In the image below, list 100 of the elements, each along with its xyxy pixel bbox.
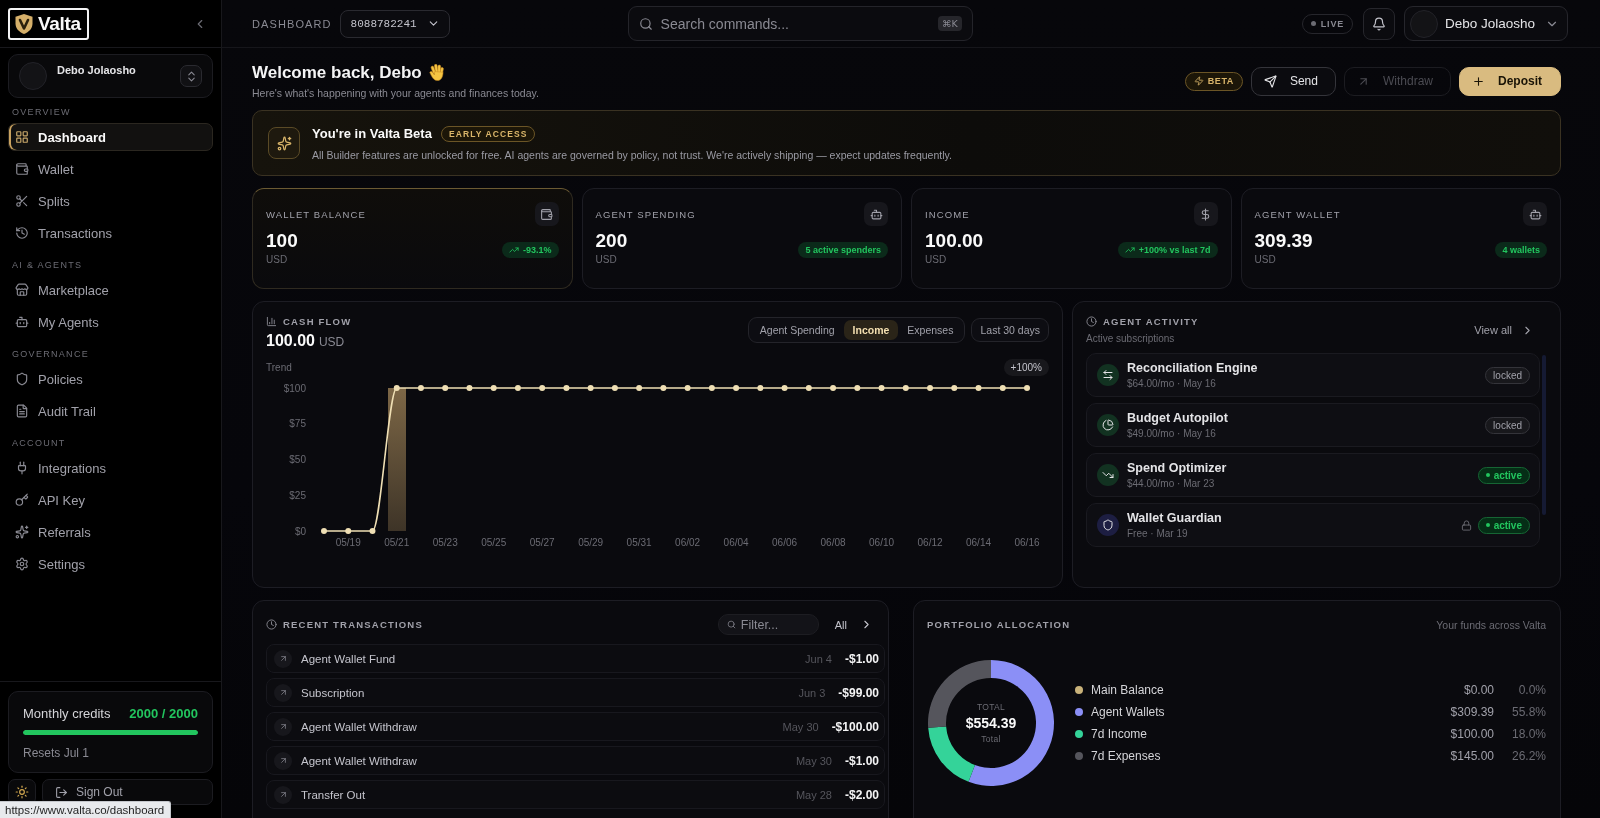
nav-item[interactable]: Policies bbox=[8, 365, 213, 393]
stat-change: +100% vs last 7d bbox=[1138, 245, 1211, 255]
beta-label: BETA bbox=[1207, 76, 1234, 86]
banner-text: All Builder features are unlocked for free. AI agents are governed by policy, not trust. We're actively shipping — expect updates frequently. bbox=[312, 148, 952, 161]
data-point bbox=[587, 385, 594, 391]
notifications-button[interactable] bbox=[1363, 7, 1395, 40]
stat-change: 5 active spenders bbox=[805, 245, 881, 255]
banner-title: You're in Valta Beta bbox=[312, 126, 432, 141]
transaction-row[interactable]: Agent Wallet Fund Jun 4 -$1.00 bbox=[266, 644, 885, 673]
card-title: AGENT ACTIVITY bbox=[1103, 316, 1199, 327]
transaction-row[interactable]: Agent Wallet Withdraw May 30 -$1.00 bbox=[266, 746, 885, 775]
sparkle-icon bbox=[268, 127, 300, 159]
stat-label: AGENT WALLET bbox=[1254, 208, 1341, 220]
all-link[interactable]: All bbox=[834, 618, 873, 631]
y-axis-label: $100 bbox=[283, 382, 306, 394]
legend-amount: $309.39 bbox=[1450, 705, 1494, 719]
nav-item[interactable]: Splits bbox=[8, 187, 213, 215]
stat-value: 200 bbox=[595, 230, 628, 252]
subscription-meta: $44.00/mo · Mar 23 bbox=[1127, 478, 1216, 489]
shortcut-key: ⌘K bbox=[937, 16, 962, 31]
change-badge: +100% bbox=[1003, 358, 1049, 376]
x-axis-label: 06/06 bbox=[772, 537, 798, 548]
filter-input[interactable]: Filter... bbox=[740, 617, 810, 632]
transaction-row[interactable]: Transfer Out May 28 -$2.00 bbox=[266, 780, 885, 809]
view-all-link[interactable]: View all bbox=[1474, 323, 1534, 337]
subscription-item[interactable]: Budget Autopilot $49.00/mo · May 16 locked bbox=[1086, 403, 1540, 447]
arrow-up-right-icon bbox=[274, 717, 292, 736]
status-text: locked bbox=[1493, 369, 1522, 381]
data-point bbox=[684, 385, 691, 391]
account-select[interactable]: 8088782241 bbox=[339, 9, 450, 38]
x-axis-label: 05/21 bbox=[384, 537, 410, 548]
data-point bbox=[321, 528, 327, 534]
nav-item[interactable]: Referrals bbox=[8, 518, 213, 546]
legend-percent: 18.0% bbox=[1510, 727, 1546, 741]
bell-icon bbox=[1372, 16, 1386, 31]
data-point bbox=[539, 385, 546, 391]
stat-unit: USD bbox=[1254, 254, 1277, 265]
tab[interactable]: Agent Spending bbox=[750, 320, 844, 340]
data-point bbox=[393, 385, 400, 391]
period-select[interactable]: Last 30 days bbox=[971, 318, 1049, 342]
stat-change: -93.1% bbox=[522, 245, 552, 255]
search-input[interactable]: Search commands... bbox=[660, 15, 930, 32]
deposit-button[interactable]: Deposit bbox=[1459, 66, 1561, 96]
legend-label: Agent Wallets bbox=[1091, 705, 1165, 719]
card-title: PORTFOLIO ALLOCATION bbox=[927, 619, 1071, 630]
arrow-up-right-icon bbox=[274, 649, 292, 668]
transaction-date: Jun 3 bbox=[798, 686, 826, 699]
avatar-icon bbox=[19, 62, 47, 90]
nav-item[interactable]: Integrations bbox=[8, 454, 213, 482]
account-switch-button[interactable] bbox=[180, 65, 202, 87]
transaction-amount: -$100.00 bbox=[831, 719, 879, 734]
section-label: AI & AGENTS bbox=[11, 259, 84, 271]
transaction-row[interactable]: Agent Wallet Withdraw May 30 -$100.00 bbox=[266, 712, 885, 741]
subscription-item[interactable]: Spend Optimizer $44.00/mo · Mar 23 active bbox=[1086, 453, 1540, 497]
nav-item[interactable]: Transactions bbox=[8, 219, 213, 247]
nav-item[interactable]: Settings bbox=[8, 550, 213, 578]
status-text: active bbox=[1493, 519, 1522, 531]
transaction-date: May 28 bbox=[795, 788, 832, 801]
nav-item[interactable]: Dashboard bbox=[8, 123, 213, 151]
subscription-name: Spend Optimizer bbox=[1127, 461, 1227, 475]
x-axis-label: 05/29 bbox=[578, 537, 604, 548]
shield-logo-icon bbox=[15, 13, 33, 34]
tab[interactable]: Expenses bbox=[898, 320, 963, 340]
data-point bbox=[927, 385, 934, 391]
data-point bbox=[781, 385, 788, 391]
data-point bbox=[999, 385, 1006, 391]
data-point bbox=[902, 385, 909, 391]
nav-item[interactable]: My Agents bbox=[8, 308, 213, 336]
subscription-item[interactable]: Wallet Guardian Free · Mar 19 active bbox=[1086, 503, 1540, 547]
logo[interactable]: Valta bbox=[8, 7, 89, 40]
cash-flow-amount: 100.00 bbox=[266, 332, 315, 350]
send-button[interactable]: Send bbox=[1250, 66, 1336, 96]
log-out-icon bbox=[55, 785, 68, 799]
transaction-date: May 30 bbox=[795, 754, 832, 767]
nav-item[interactable]: Marketplace bbox=[8, 276, 213, 304]
tab[interactable]: Income bbox=[843, 320, 899, 340]
nav-item[interactable]: Wallet bbox=[8, 155, 213, 183]
subscription-item[interactable]: Reconciliation Engine $64.00/mo · May 16 locked bbox=[1086, 353, 1540, 397]
legend-label: 7d Expenses bbox=[1091, 749, 1161, 763]
data-point bbox=[611, 385, 618, 391]
data-point bbox=[417, 385, 424, 391]
stat-label: AGENT SPENDING bbox=[595, 208, 696, 220]
x-axis-label: 05/25 bbox=[481, 537, 507, 548]
data-point bbox=[757, 385, 764, 391]
scrollbar-thumb[interactable] bbox=[1542, 355, 1546, 515]
nav-item[interactable]: API Key bbox=[8, 486, 213, 514]
filter-field[interactable]: Filter... bbox=[717, 614, 819, 635]
transaction-name: Transfer Out bbox=[301, 788, 366, 801]
transaction-amount: -$1.00 bbox=[844, 651, 879, 666]
clock-icon bbox=[1086, 316, 1097, 327]
legend-percent: 26.2% bbox=[1510, 749, 1546, 763]
store-icon bbox=[15, 283, 29, 297]
transaction-row[interactable]: Subscription Jun 3 -$99.00 bbox=[266, 678, 885, 707]
nav-item[interactable]: Audit Trail bbox=[8, 397, 213, 425]
user-menu-button[interactable]: Debo Jolaosho bbox=[1404, 6, 1568, 41]
data-point bbox=[805, 385, 812, 391]
cash-flow-unit: USD bbox=[318, 335, 345, 349]
search-field[interactable]: Search commands... ⌘K bbox=[627, 6, 973, 41]
early-access-badge: EARLY ACCESS bbox=[440, 125, 536, 142]
bar-chart-icon bbox=[266, 316, 277, 327]
